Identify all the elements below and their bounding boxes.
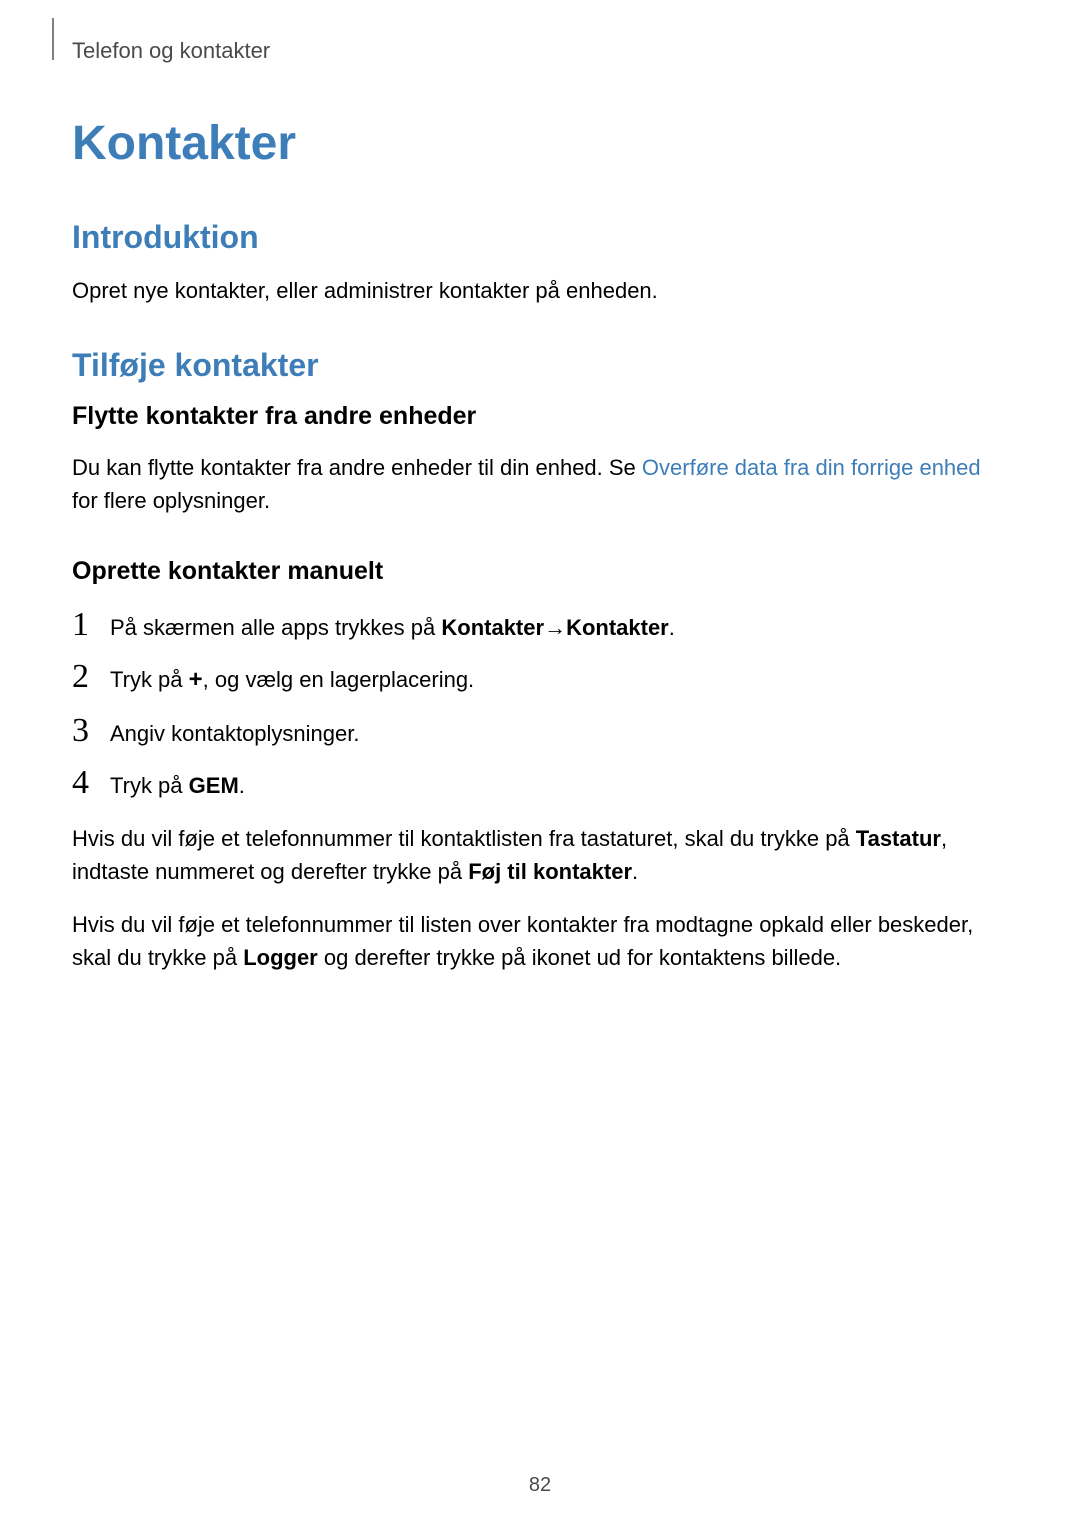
section-introduction-title: Introduktion	[72, 219, 1008, 256]
step2-post: , og vælg en lagerplacering.	[203, 667, 475, 692]
paragraph-keyboard: Hvis du vil føje et telefonnummer til ko…	[72, 822, 1008, 888]
move-contacts-body: Du kan flytte kontakter fra andre enhede…	[72, 451, 1008, 517]
page-number: 82	[529, 1474, 551, 1497]
para1-pre: Hvis du vil føje et telefonnummer til ko…	[72, 826, 856, 851]
step2-pre: Tryk på	[110, 667, 189, 692]
step4-bold: GEM	[189, 773, 239, 798]
section-add-contacts-title: Tilføje kontakter	[72, 347, 1008, 384]
numbered-list: 1 På skærmen alle apps trykkes på Kontak…	[72, 606, 1008, 802]
list-text-3: Angiv kontaktoplysninger.	[110, 717, 360, 750]
list-text-4: Tryk på GEM.	[110, 769, 245, 802]
arrow-icon: →	[544, 611, 566, 644]
para2-bold: Logger	[243, 945, 318, 970]
header-divider	[52, 18, 54, 60]
para1-post: .	[632, 859, 638, 884]
list-item-2: 2 Tryk på +, og vælg en lagerplacering.	[72, 658, 1008, 698]
list-number-1: 1	[72, 606, 110, 644]
list-item-3: 3 Angiv kontaktoplysninger.	[72, 712, 1008, 750]
para1-bold1: Tastatur	[856, 826, 941, 851]
step4-post: .	[239, 773, 245, 798]
list-number-3: 3	[72, 712, 110, 750]
plus-icon: +	[189, 666, 203, 693]
step1-pre: På skærmen alle apps trykkes på	[110, 615, 441, 640]
subsection-create-manual-title: Oprette kontakter manuelt	[72, 557, 1008, 586]
list-item-4: 4 Tryk på GEM.	[72, 764, 1008, 802]
para2-post: og derefter trykke på ikonet ud for kont…	[318, 945, 841, 970]
page-content: Telefon og kontakter Kontakter Introdukt…	[0, 0, 1080, 974]
list-text-1: På skærmen alle apps trykkes på Kontakte…	[110, 611, 675, 644]
list-item-1: 1 På skærmen alle apps trykkes på Kontak…	[72, 606, 1008, 644]
step4-pre: Tryk på	[110, 773, 189, 798]
introduction-body: Opret nye kontakter, eller administrer k…	[72, 274, 1008, 307]
main-title: Kontakter	[72, 116, 1008, 171]
list-number-4: 4	[72, 764, 110, 802]
move-contacts-pre: Du kan flytte kontakter fra andre enhede…	[72, 455, 642, 480]
breadcrumb: Telefon og kontakter	[72, 38, 1008, 64]
paragraph-logs: Hvis du vil føje et telefonnummer til li…	[72, 908, 1008, 974]
list-number-2: 2	[72, 658, 110, 696]
transfer-data-link[interactable]: Overføre data fra din forrige enhed	[642, 455, 981, 480]
move-contacts-post: for flere oplysninger.	[72, 488, 270, 513]
step1-bold2: Kontakter	[566, 615, 669, 640]
para1-bold2: Føj til kontakter	[468, 859, 632, 884]
subsection-move-contacts-title: Flytte kontakter fra andre enheder	[72, 402, 1008, 431]
step1-bold1: Kontakter	[441, 615, 544, 640]
list-text-2: Tryk på +, og vælg en lagerplacering.	[110, 662, 474, 698]
step1-post: .	[669, 615, 675, 640]
